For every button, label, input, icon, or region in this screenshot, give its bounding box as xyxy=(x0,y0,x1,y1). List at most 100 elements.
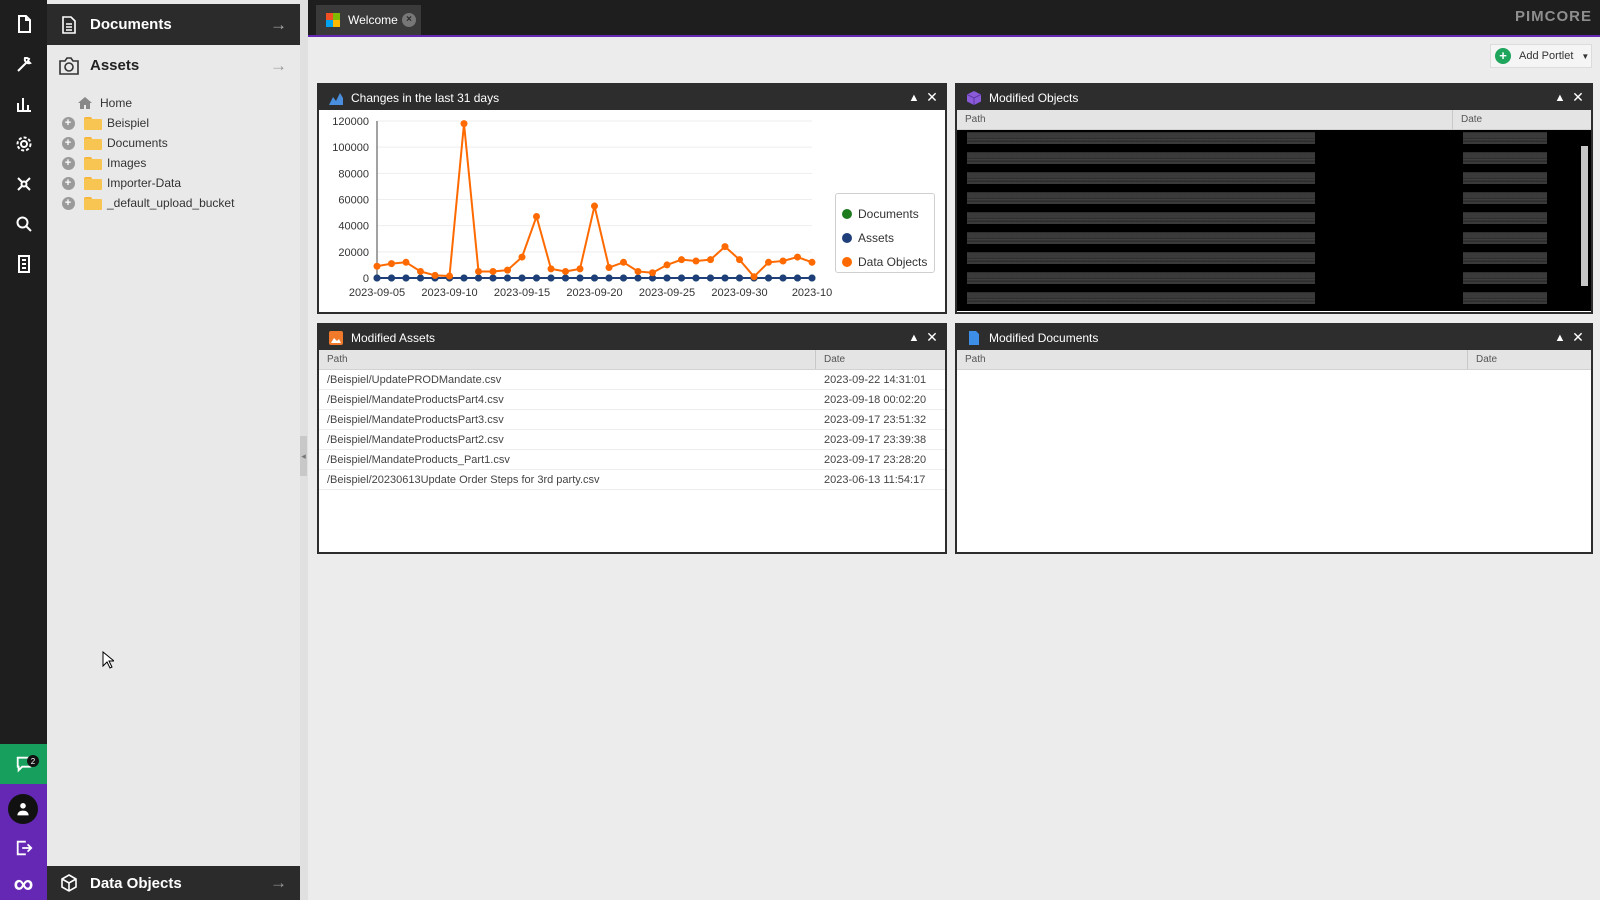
x-tick-label: 2023-09-05 xyxy=(349,287,405,299)
close-icon[interactable]: × xyxy=(402,13,416,27)
tree-node-default-upload-bucket[interactable]: + _default_upload_bucket xyxy=(59,193,234,213)
gear-icon[interactable] xyxy=(0,124,47,164)
data-point xyxy=(373,274,381,282)
wrench-icon[interactable] xyxy=(0,44,47,84)
table-row[interactable]: ▒▒▒▒▒▒▒▒▒▒▒▒▒▒▒▒▒▒▒▒▒▒▒▒▒▒▒▒▒▒▒▒▒▒▒▒▒▒▒▒… xyxy=(957,290,1591,310)
collapse-icon[interactable]: ▲ xyxy=(905,332,923,344)
scrollbar[interactable] xyxy=(1580,134,1589,309)
table-row[interactable]: ▒▒▒▒▒▒▒▒▒▒▒▒▒▒▒▒▒▒▒▒▒▒▒▒▒▒▒▒▒▒▒▒▒▒▒▒▒▒▒▒… xyxy=(957,130,1591,150)
home-icon xyxy=(78,97,92,109)
column-header-path[interactable]: Path xyxy=(957,110,1453,129)
x-tick-label: 2023-10 xyxy=(792,287,832,299)
arrow-right-icon[interactable]: → xyxy=(270,15,300,35)
modified-assets-portlet: Modified Assets ▲ ✕ Path Date /Beispiel/… xyxy=(317,323,947,554)
portlet-header[interactable]: Changes in the last 31 days ▲ ✕ xyxy=(319,85,945,110)
x-tick-label: 2023-09-10 xyxy=(421,287,477,299)
collapse-icon[interactable]: ▲ xyxy=(1551,332,1569,344)
column-header-path[interactable]: Path xyxy=(319,350,816,369)
data-point xyxy=(736,274,743,282)
data-point xyxy=(417,267,424,275)
expand-icon[interactable]: + xyxy=(59,196,77,210)
search-icon[interactable] xyxy=(0,204,47,244)
expand-icon[interactable]: + xyxy=(59,116,77,130)
expand-icon[interactable]: + xyxy=(59,136,77,150)
collapse-left-icon[interactable]: ◂ xyxy=(300,436,307,476)
expand-icon[interactable]: + xyxy=(59,156,77,170)
portlet-header[interactable]: Modified Documents ▲ ✕ xyxy=(957,325,1591,350)
series-line-data-objects xyxy=(376,123,813,279)
y-tick-label: 20000 xyxy=(338,247,369,259)
asset-path-cell: /Beispiel/MandateProductsPart4.csv xyxy=(327,394,504,406)
portlet-header[interactable]: Modified Objects ▲ ✕ xyxy=(957,85,1591,110)
data-point xyxy=(663,274,671,282)
report-icon[interactable] xyxy=(0,244,47,284)
document-icon[interactable] xyxy=(0,4,47,44)
arrow-right-icon[interactable]: → xyxy=(270,873,300,893)
legend-marker xyxy=(842,233,852,243)
collapse-icon[interactable]: ▲ xyxy=(905,92,923,104)
table-row[interactable]: ▒▒▒▒▒▒▒▒▒▒▒▒▒▒▒▒▒▒▒▒▒▒▒▒▒▒▒▒▒▒▒▒▒▒▒▒▒▒▒▒… xyxy=(957,170,1591,190)
table-row[interactable]: /Beispiel/MandateProductsPart4.csv 2023-0… xyxy=(319,390,945,410)
legend-item[interactable]: Data Objects xyxy=(842,250,928,274)
pimcore-logo-icon: ∞ xyxy=(13,868,34,899)
network-icon[interactable] xyxy=(0,164,47,204)
y-tick-label: 120000 xyxy=(332,116,369,128)
data-point xyxy=(533,213,540,221)
table-row[interactable]: ▒▒▒▒▒▒▒▒▒▒▒▒▒▒▒▒▒▒▒▒▒▒▒▒▒▒▒▒▒▒▒▒▒▒▒▒▒▒▒▒… xyxy=(957,250,1591,270)
table-row[interactable]: ▒▒▒▒▒▒▒▒▒▒▒▒▒▒▒▒▒▒▒▒▒▒▒▒▒▒▒▒▒▒▒▒▒▒▒▒▒▒▒▒… xyxy=(957,150,1591,170)
close-icon[interactable]: ✕ xyxy=(923,329,941,346)
asset-date-cell: 2023-09-17 23:28:20 xyxy=(824,454,927,466)
notifications-button[interactable]: 2 xyxy=(0,744,47,784)
data-point xyxy=(460,274,468,282)
tree-node-beispiel[interactable]: + Beispiel xyxy=(59,113,234,133)
legend-item[interactable]: Documents xyxy=(842,202,928,226)
scrollbar-thumb[interactable] xyxy=(1581,146,1588,286)
tree-node-importer-data[interactable]: + Importer-Data xyxy=(59,173,234,193)
close-icon[interactable]: ✕ xyxy=(923,89,941,106)
chevron-down-icon: ▼ xyxy=(1581,51,1590,61)
sidebar-splitter[interactable]: ◂ xyxy=(300,0,308,900)
data-objects-panel-header[interactable]: Data Objects → xyxy=(47,866,300,900)
data-point xyxy=(402,258,410,266)
table-row[interactable]: /Beispiel/UpdatePRODMandate.csv 2023-09-2… xyxy=(319,370,945,390)
folder-icon xyxy=(84,136,102,150)
user-avatar[interactable] xyxy=(8,794,38,824)
collapse-icon[interactable]: ▲ xyxy=(1551,92,1569,104)
legend-item[interactable]: Assets xyxy=(842,226,928,250)
assets-panel-header[interactable]: Assets → xyxy=(47,45,300,86)
column-header-date[interactable]: Date xyxy=(1453,110,1482,129)
tree-node-images[interactable]: + Images xyxy=(59,153,234,173)
table-row[interactable]: /Beispiel/MandateProductsPart3.csv 2023-0… xyxy=(319,410,945,430)
table-row[interactable]: ▒▒▒▒▒▒▒▒▒▒▒▒▒▒▒▒▒▒▒▒▒▒▒▒▒▒▒▒▒▒▒▒▒▒▒▒▒▒▒▒… xyxy=(957,210,1591,230)
add-portlet-button[interactable]: + Add Portlet ▼ xyxy=(1490,44,1592,68)
column-header-date[interactable]: Date xyxy=(816,350,845,369)
arrow-right-icon[interactable]: → xyxy=(270,56,300,76)
close-icon[interactable]: ✕ xyxy=(1569,329,1587,346)
brand-logo: PIMCORE xyxy=(1514,8,1592,25)
table-row[interactable]: ▒▒▒▒▒▒▒▒▒▒▒▒▒▒▒▒▒▒▒▒▒▒▒▒▒▒▒▒▒▒▒▒▒▒▒▒▒▒▒▒… xyxy=(957,190,1591,210)
logout-button[interactable] xyxy=(0,828,47,868)
column-header-path[interactable]: Path xyxy=(957,350,1468,369)
expand-icon[interactable]: + xyxy=(59,176,77,190)
close-icon[interactable]: ✕ xyxy=(1569,89,1587,106)
documents-panel-header[interactable]: Documents → xyxy=(47,4,300,45)
portlet-title: Modified Documents xyxy=(989,330,1099,345)
area-chart-icon xyxy=(329,92,343,105)
data-point xyxy=(547,265,555,273)
data-point xyxy=(634,267,642,275)
table-row[interactable]: /Beispiel/MandateProducts_Part1.csv 2023-… xyxy=(319,450,945,470)
table-row[interactable]: /Beispiel/MandateProductsPart2.csv 2023-0… xyxy=(319,430,945,450)
column-header-date[interactable]: Date xyxy=(1468,350,1497,369)
table-row[interactable]: /Beispiel/20230613Update Order Steps for… xyxy=(319,470,945,490)
chart-icon[interactable] xyxy=(0,84,47,124)
portlet-header[interactable]: Modified Assets ▲ ✕ xyxy=(319,325,945,350)
add-portlet-label: Add Portlet xyxy=(1519,50,1574,62)
table-row[interactable]: ▒▒▒▒▒▒▒▒▒▒▒▒▒▒▒▒▒▒▒▒▒▒▒▒▒▒▒▒▒▒▒▒▒▒▒▒▒▒▒▒… xyxy=(957,270,1591,290)
tree-node-documents[interactable]: + Documents xyxy=(59,133,234,153)
asset-path-cell: /Beispiel/UpdatePRODMandate.csv xyxy=(327,374,502,386)
table-row[interactable]: ▒▒▒▒▒▒▒▒▒▒▒▒▒▒▒▒▒▒▒▒▒▒▒▒▒▒▒▒▒▒▒▒▒▒▒▒▒▒▒▒… xyxy=(957,230,1591,250)
data-point xyxy=(721,243,729,251)
tab-welcome[interactable]: Welcome × xyxy=(316,5,421,35)
tree-node-home[interactable]: Home xyxy=(59,93,234,113)
legend-label: Assets xyxy=(858,231,895,245)
